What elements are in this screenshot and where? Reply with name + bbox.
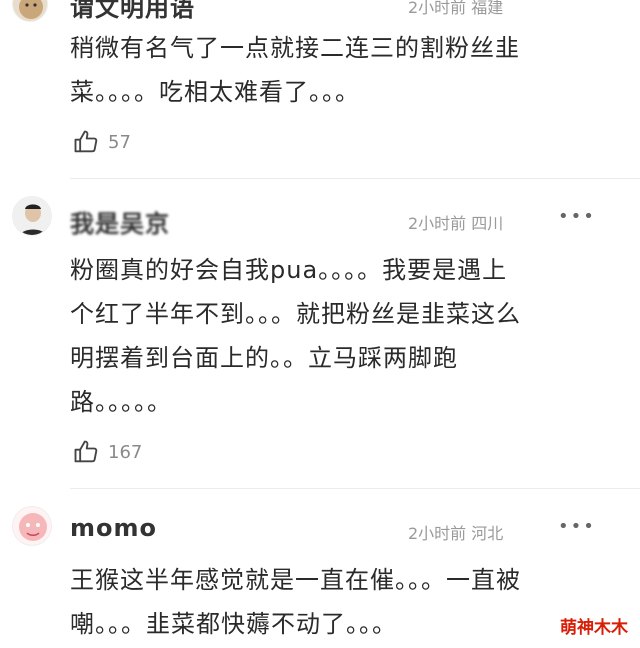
comment-line: 个红了半年不到。。。就把粉丝是韭菜这么 (70, 300, 521, 328)
more-options-button[interactable]: ••• (558, 206, 596, 227)
divider (70, 488, 640, 489)
comment-meta: 2小时前 四川 (408, 214, 504, 233)
like-count: 167 (108, 441, 143, 463)
comment-line: 稍微有名气了一点就接二连三的割粉丝韭 (70, 34, 520, 62)
watermark: 萌神木木 (556, 611, 632, 640)
pink-cartoon-avatar-icon[interactable] (12, 506, 52, 546)
more-options-button[interactable]: ••• (558, 516, 596, 537)
like-count: 57 (108, 131, 131, 153)
username[interactable]: 谓文明用语 (70, 0, 195, 23)
thumbs-up-icon (74, 130, 98, 153)
divider (70, 178, 640, 179)
thumbs-up-icon (74, 440, 98, 463)
comment-text: 王猴这半年感觉就是一直在催。。。一直被 嘲。。。韭菜都快薅不动了。。。 (70, 558, 610, 646)
comment-meta: 2小时前 福建 (408, 0, 504, 17)
comment-line: 菜。。。。吃相太难看了。。。 (70, 78, 360, 106)
comment-line: 粉圈真的好会自我pua。。。。我要是遇上 (70, 256, 508, 284)
comment-meta: 2小时前 河北 (408, 524, 504, 543)
comment-line: 明摆着到台面上的。。立马踩两脚跑 (70, 344, 458, 372)
comment-line: 嘲。。。韭菜都快薅不动了。。。 (70, 610, 397, 638)
dog-avatar-icon[interactable] (12, 0, 48, 22)
comment-line: 王猴这半年感觉就是一直在催。。。一直被 (70, 566, 521, 594)
like-button[interactable]: 57 (72, 128, 131, 156)
username[interactable]: momo (70, 514, 157, 542)
like-button[interactable]: 167 (72, 438, 142, 466)
comment-text: 稍微有名气了一点就接二连三的割粉丝韭 菜。。。。吃相太难看了。。。 (70, 26, 610, 114)
comment-line: 路。。。。。 (70, 388, 172, 416)
man-avatar-icon[interactable] (12, 196, 52, 236)
comment-text: 粉圈真的好会自我pua。。。。我要是遇上 个红了半年不到。。。就把粉丝是韭菜这么… (70, 248, 610, 424)
username[interactable]: 我是吴京 (70, 204, 170, 239)
